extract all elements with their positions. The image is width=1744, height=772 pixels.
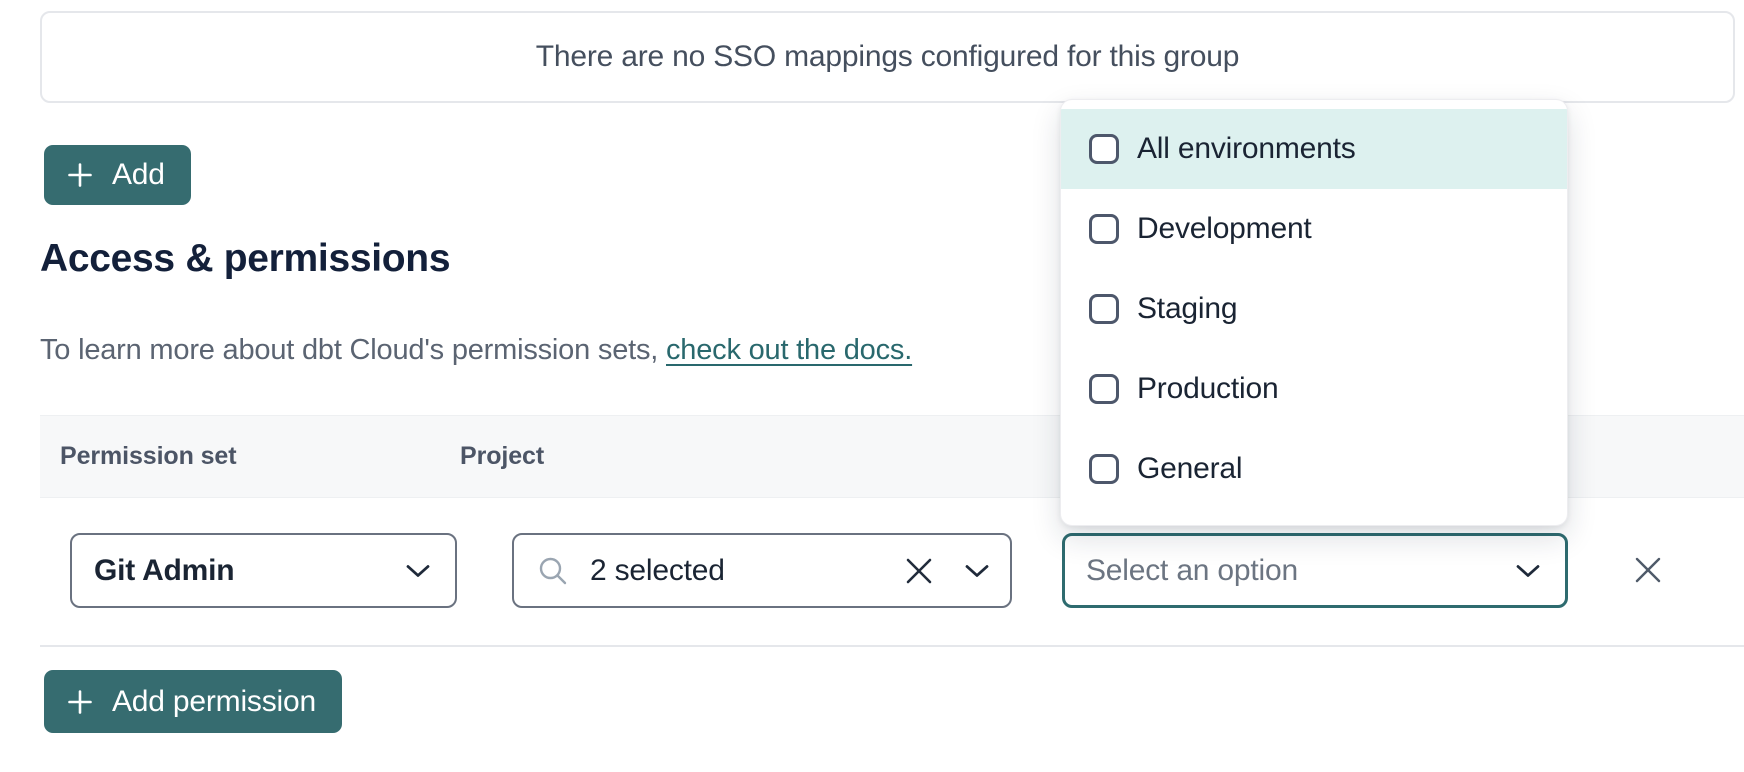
- column-header-permission-set: Permission set: [60, 416, 236, 497]
- menu-item-general[interactable]: General: [1061, 429, 1567, 509]
- menu-item-label: General: [1137, 452, 1242, 486]
- menu-item-staging[interactable]: Staging: [1061, 269, 1567, 349]
- section-title: Access & permissions: [40, 237, 450, 281]
- menu-item-label: Staging: [1137, 292, 1237, 326]
- project-select-value: 2 selected: [590, 554, 725, 588]
- chevron-down-icon: [964, 563, 990, 579]
- environment-select-placeholder: Select an option: [1086, 554, 1298, 588]
- project-select[interactable]: 2 selected: [512, 533, 1012, 608]
- sso-empty-message: There are no SSO mappings configured for…: [536, 40, 1240, 74]
- checkbox-unchecked-icon[interactable]: [1089, 214, 1119, 244]
- menu-item-all-environments[interactable]: All environments: [1061, 109, 1567, 189]
- column-header-project: Project: [460, 416, 544, 497]
- clear-project-selection-button[interactable]: [904, 556, 934, 586]
- environment-select[interactable]: Select an option: [1062, 533, 1568, 608]
- docs-description: To learn more about dbt Cloud's permissi…: [40, 334, 912, 367]
- environment-dropdown-menu: All environments Development Staging Pro…: [1060, 99, 1568, 526]
- checkbox-unchecked-icon[interactable]: [1089, 454, 1119, 484]
- plus-icon: [66, 161, 94, 189]
- menu-item-label: Development: [1137, 212, 1312, 246]
- search-icon: [536, 554, 570, 588]
- group-settings-page: There are no SSO mappings configured for…: [0, 0, 1744, 772]
- chevron-down-icon: [1515, 563, 1541, 579]
- menu-item-development[interactable]: Development: [1061, 189, 1567, 269]
- remove-permission-row-button[interactable]: [1630, 552, 1666, 588]
- checkbox-unchecked-icon[interactable]: [1089, 294, 1119, 324]
- checkbox-unchecked-icon[interactable]: [1089, 374, 1119, 404]
- docs-link[interactable]: check out the docs.: [666, 334, 912, 366]
- permission-set-select[interactable]: Git Admin: [70, 533, 457, 608]
- docs-description-text: To learn more about dbt Cloud's permissi…: [40, 334, 666, 366]
- menu-item-label: Production: [1137, 372, 1278, 406]
- add-sso-mapping-button[interactable]: Add: [44, 145, 191, 205]
- add-permission-button[interactable]: Add permission: [44, 670, 342, 733]
- add-button-label: Add: [112, 158, 165, 192]
- checkbox-unchecked-icon[interactable]: [1089, 134, 1119, 164]
- menu-item-production[interactable]: Production: [1061, 349, 1567, 429]
- add-permission-button-label: Add permission: [112, 685, 316, 719]
- menu-item-label: All environments: [1137, 132, 1356, 166]
- permission-set-value: Git Admin: [94, 554, 234, 588]
- plus-icon: [66, 688, 94, 716]
- remove-x-icon: [1632, 554, 1664, 586]
- chevron-down-icon: [405, 563, 431, 579]
- clear-x-icon: [904, 556, 934, 586]
- sso-mappings-empty-state: There are no SSO mappings configured for…: [40, 11, 1735, 103]
- table-row-divider: [40, 645, 1744, 647]
